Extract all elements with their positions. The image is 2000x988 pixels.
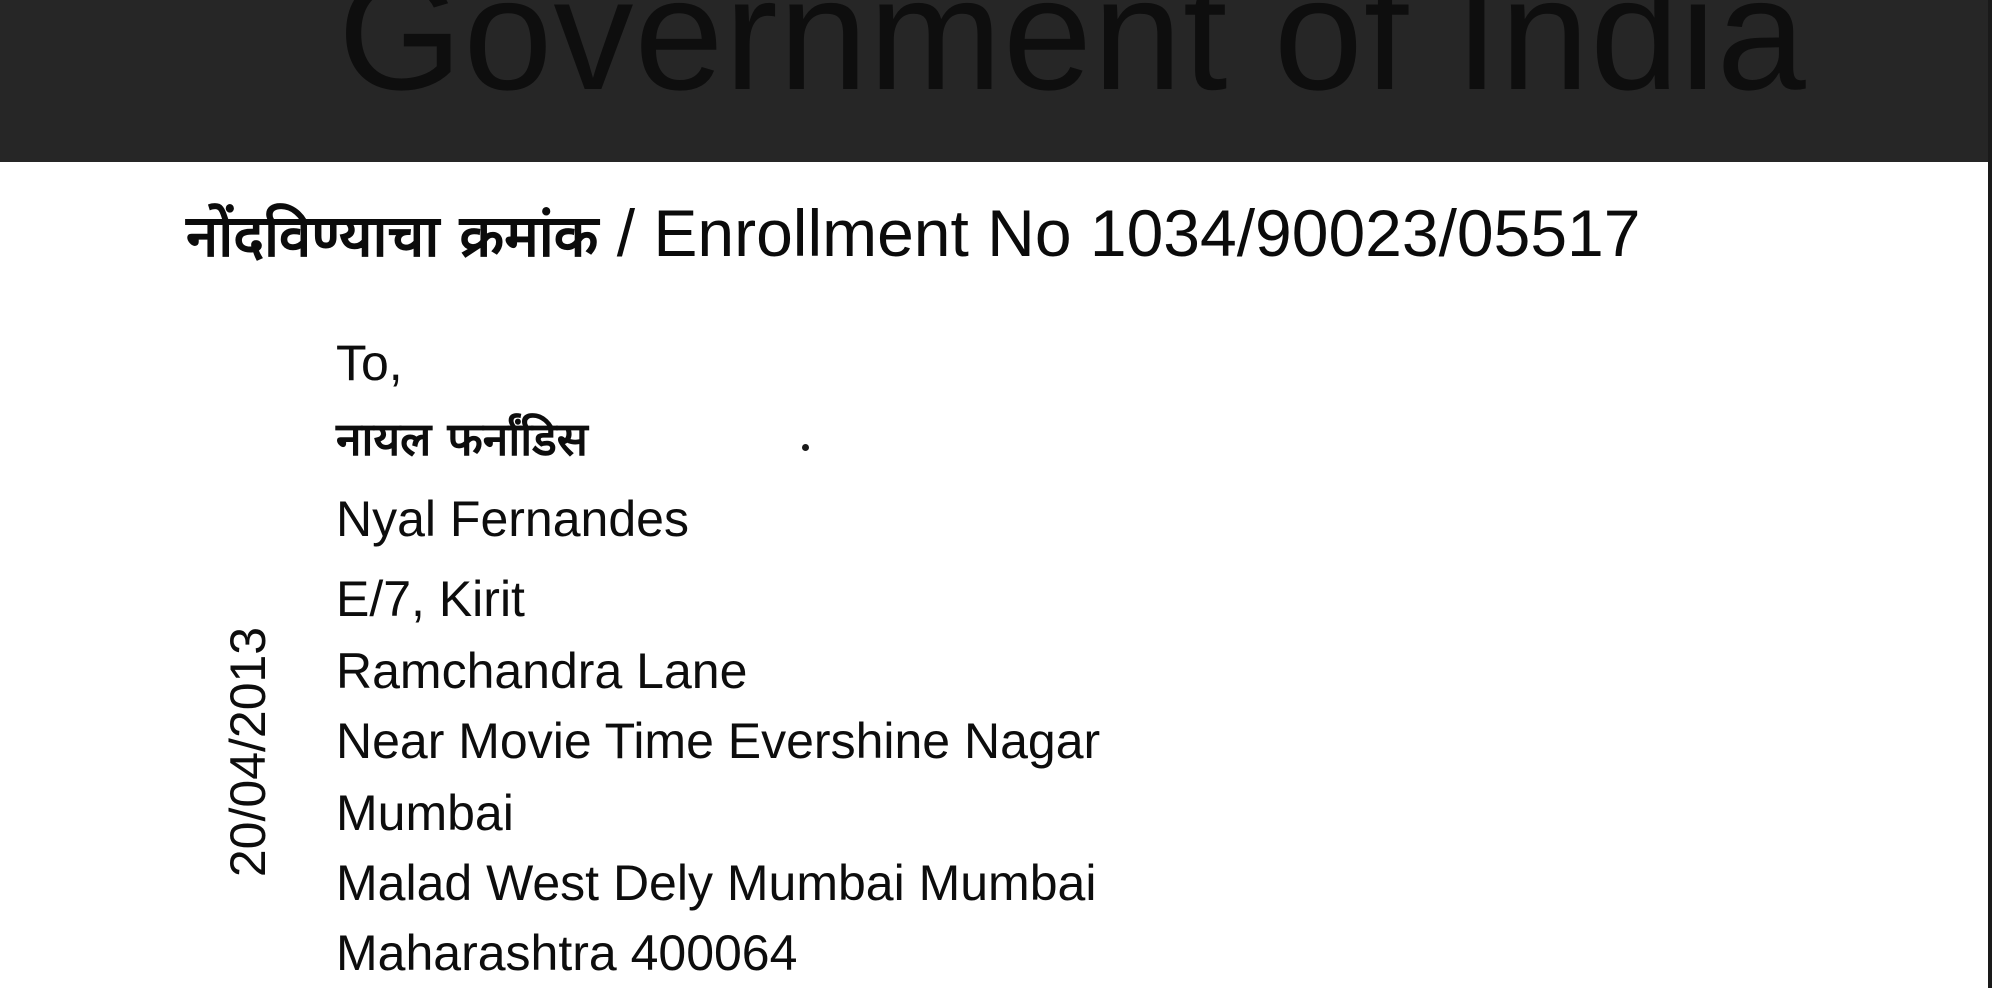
enrollment-label-english: Enrollment No [653,196,1072,270]
address-line-3: Near Movie Time Evershine Nagar [336,713,1101,769]
vertical-date: 20/04/2013 [220,626,276,878]
ink-dot [802,444,809,451]
header-title: Government of India [338,0,1807,123]
address-name-devanagari: नायल फर्नांडिस [336,412,588,466]
address-name: Nyal Fernandes [336,491,689,547]
address-salutation: To, [336,335,403,391]
page-edge-border [1988,0,2000,988]
address-line-5: Malad West Dely Mumbai Mumbai [336,855,1097,911]
enrollment-label-devanagari: नोंदविण्याचा क्रमांक [186,202,599,270]
address-line-6: Maharashtra 400064 [336,925,798,981]
address-line-1: E/7, Kirit [336,571,525,627]
enrollment-separator: / [616,196,636,270]
header-band: Government of India [0,0,1990,162]
enrollment-line: नोंदविण्याचा क्रमांक / Enrollment No 103… [186,200,1640,266]
address-line-4: Mumbai [336,785,514,841]
address-line-2: Ramchandra Lane [336,643,748,699]
enrollment-number: 1034/90023/05517 [1089,196,1641,270]
